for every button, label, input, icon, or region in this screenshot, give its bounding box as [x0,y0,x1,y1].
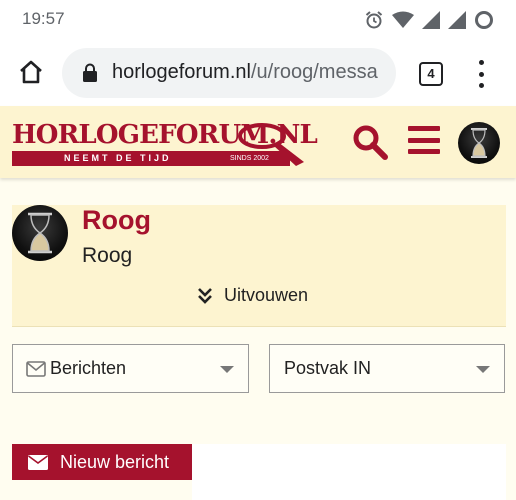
new-message-button[interactable]: Nieuw bericht [12,444,192,480]
more-vert-icon-dot [478,83,484,88]
url-path: /u/roog/messa [250,61,378,83]
profile-name[interactable]: Roog [82,205,151,236]
mailbox-select-value: Postvak IN [284,358,372,378]
profile-avatar[interactable] [12,205,68,261]
profile-subtitle: Roog [82,244,133,267]
browser-toolbar: horlogeforum.nl/u/roog/messa 4 [0,40,516,106]
envelope-icon [28,455,48,470]
status-icons [364,9,494,31]
expand-label: Uitvouwen [224,285,309,305]
lock-icon [83,63,97,82]
expand-button[interactable]: Uitvouwen [198,285,308,306]
battery-icon [475,11,493,29]
hamburger-line [408,126,440,131]
home-icon [20,60,42,84]
alarm-icon [365,11,383,29]
url-domain: horlogeforum.nl [112,61,251,83]
tab-switcher-button[interactable]: 4 [419,62,443,86]
messages-select[interactable]: Berichten [12,344,249,393]
hamburger-menu-icon[interactable] [408,126,440,154]
double-chevron-down-icon [198,287,212,304]
more-vert-icon-dot [478,71,484,77]
hourglass-icon [28,212,52,254]
user-avatar[interactable] [458,122,500,164]
logo-tagline: NEEMT DE TIJD [64,153,172,163]
status-time: 19:57 [22,9,65,28]
signal-icon [448,11,466,29]
url-text: horlogeforum.nl/u/roog/messa [112,61,378,84]
logo-since: SINDS 2002 [230,155,269,162]
messages-content-area [192,444,506,500]
new-message-label: Nieuw bericht [60,452,170,472]
wifi-icon [392,11,414,28]
hamburger-line [408,137,440,143]
site-header: HORLOGEFORUM.NL NEEMT DE TIJD SINDS 2002 [0,106,516,178]
hamburger-line [408,149,440,154]
envelope-icon [26,361,46,377]
search-icon[interactable] [352,124,388,160]
home-button[interactable] [14,55,48,89]
profile-panel: Roog Roog Uitvouwen [12,205,506,327]
status-bar: 19:57 [0,0,516,40]
hourglass-icon [471,128,487,158]
site-logo[interactable]: HORLOGEFORUM.NL NEEMT DE TIJD SINDS 2002 [12,120,318,170]
more-vert-icon [478,60,484,65]
chevron-down-icon [220,366,234,373]
chevron-down-icon [476,366,490,373]
address-bar[interactable]: horlogeforum.nl/u/roog/messa [62,48,396,98]
browser-menu-button[interactable] [474,60,488,88]
signal-icon [422,11,440,29]
messages-select-value: Berichten [50,358,127,378]
mailbox-select[interactable]: Postvak IN [269,344,505,393]
